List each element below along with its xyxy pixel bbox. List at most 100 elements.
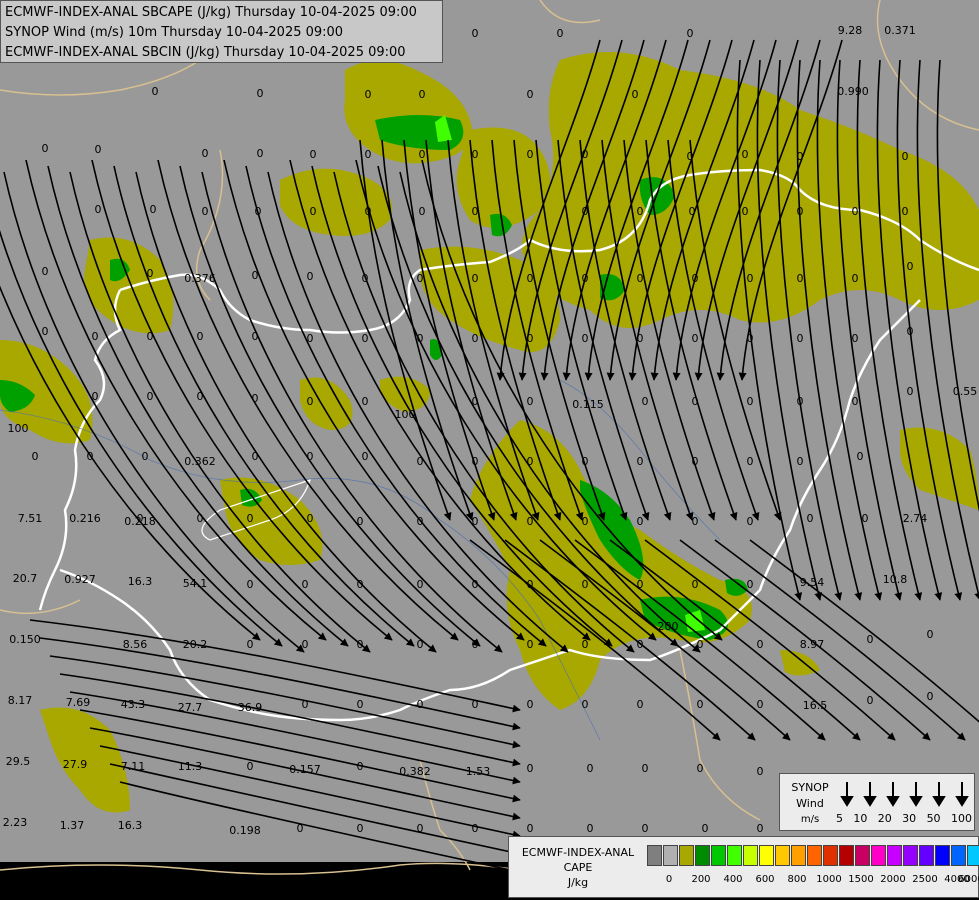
cin-zero-value: 0	[642, 762, 649, 775]
cin-zero-value: 0	[307, 512, 314, 525]
cin-zero-value: 0	[867, 633, 874, 646]
cape-legend-label: ECMWF-INDEX-ANAL CAPE J/kg	[513, 845, 643, 890]
cin-zero-value: 0	[472, 698, 479, 711]
cin-zero-value: 0	[152, 85, 159, 98]
cin-zero-value: 0	[852, 272, 859, 285]
title-line-wind: SYNOP Wind (m/s) 10m Thursday 10-04-2025…	[5, 25, 344, 40]
cin-zero-value: 0	[557, 27, 564, 40]
cin-zero-value: 0	[757, 822, 764, 835]
cin-zero-value: 0	[692, 332, 699, 345]
cape-color-swatch	[727, 845, 742, 866]
cin-value: 8.97	[800, 638, 825, 651]
cin-zero-value: 0	[147, 267, 154, 280]
cin-zero-value: 0	[689, 205, 696, 218]
cin-value: 0.927	[64, 573, 96, 586]
cin-zero-value: 0	[582, 638, 589, 651]
cin-zero-value: 0	[472, 638, 479, 651]
cin-zero-value: 0	[472, 332, 479, 345]
cin-zero-value: 0	[702, 822, 709, 835]
cin-zero-value: 0	[692, 395, 699, 408]
cin-zero-value: 0	[307, 332, 314, 345]
cape-color-swatch	[935, 845, 950, 866]
cin-zero-value: 0	[747, 515, 754, 528]
cin-value: 0.115	[572, 398, 604, 411]
cin-zero-value: 0	[302, 578, 309, 591]
cin-zero-value: 0	[692, 515, 699, 528]
cin-value: 20.7	[13, 572, 38, 585]
cin-zero-value: 0	[147, 330, 154, 343]
cin-zero-value: 0	[257, 147, 264, 160]
cin-value: 1.53	[466, 765, 491, 778]
cin-zero-value: 0	[310, 205, 317, 218]
cin-zero-value: 0	[472, 272, 479, 285]
cin-zero-value: 0	[142, 450, 149, 463]
cin-zero-value: 0	[95, 203, 102, 216]
cin-zero-value: 0	[472, 148, 479, 161]
cin-zero-value: 0	[257, 87, 264, 100]
synop-wind-legend: SYNOP Wind m/s 5 10 20 30 50 100	[779, 773, 975, 831]
cin-zero-value: 0	[417, 638, 424, 651]
cin-zero-value: 0	[797, 455, 804, 468]
cin-zero-value: 0	[95, 143, 102, 156]
cin-zero-value: 0	[587, 822, 594, 835]
cape-tick-label: 1500	[848, 874, 874, 885]
cin-zero-value: 0	[582, 515, 589, 528]
cin-zero-value: 0	[582, 698, 589, 711]
cin-value: 16.3	[128, 575, 153, 588]
cin-zero-value: 0	[42, 142, 49, 155]
cin-zero-value: 0	[247, 638, 254, 651]
cin-zero-value: 0	[202, 147, 209, 160]
cin-zero-value: 0	[907, 325, 914, 338]
cin-zero-value: 0	[147, 390, 154, 403]
cape-tick-label: 800	[787, 874, 807, 885]
cin-zero-value: 0	[252, 450, 259, 463]
cin-zero-value: 0	[852, 395, 859, 408]
cin-zero-value: 0	[527, 515, 534, 528]
cin-value: 200	[658, 620, 679, 633]
cin-value: 9.28	[838, 24, 863, 37]
cin-value: 2.23	[3, 816, 28, 829]
cape-color-legend: ECMWF-INDEX-ANAL CAPE J/kg 0 200 400 600 800…	[508, 836, 979, 898]
cin-zero-value: 0	[807, 512, 814, 525]
cin-zero-value: 0	[362, 395, 369, 408]
cin-zero-value: 0	[587, 762, 594, 775]
cape-color-swatch	[791, 845, 806, 866]
cin-zero-value: 0	[692, 578, 699, 591]
cin-zero-value: 0	[687, 150, 694, 163]
cin-zero-value: 0	[357, 515, 364, 528]
cin-zero-value: 0	[417, 272, 424, 285]
cin-value: 2.74	[903, 512, 928, 525]
cin-zero-value: 0	[472, 455, 479, 468]
cin-zero-value: 0	[697, 638, 704, 651]
cin-value: 0.216	[69, 512, 101, 525]
cin-zero-value: 0	[797, 395, 804, 408]
cape-tick-label: 2000	[880, 874, 906, 885]
cin-zero-value: 0	[297, 822, 304, 835]
cin-zero-value: 0	[197, 390, 204, 403]
cin-value: 0.157	[289, 763, 321, 776]
cin-zero-value: 0	[747, 578, 754, 591]
cin-zero-value: 0	[42, 325, 49, 338]
wind-speed-label: 100	[950, 812, 972, 825]
cin-zero-value: 0	[632, 88, 639, 101]
cin-zero-value: 0	[92, 330, 99, 343]
cin-value: 16.3	[118, 819, 143, 832]
cin-zero-value: 0	[472, 27, 479, 40]
cin-zero-value: 0	[907, 385, 914, 398]
cin-zero-value: 0	[907, 260, 914, 273]
cin-zero-value: 0	[252, 330, 259, 343]
cin-value: 29.5	[6, 755, 31, 768]
cin-zero-value: 0	[637, 332, 644, 345]
cin-zero-value: 0	[32, 450, 39, 463]
cin-zero-value: 0	[747, 455, 754, 468]
arrowhead-icon	[932, 796, 946, 807]
cin-value: 27.7	[178, 701, 203, 714]
cape-color-swatch	[903, 845, 918, 866]
cape-tick-label: 6000	[958, 874, 979, 885]
cin-value: 7.69	[66, 696, 91, 709]
cin-zero-value: 0	[357, 822, 364, 835]
cin-zero-value: 0	[742, 148, 749, 161]
cape-tick-label: 600	[755, 874, 775, 885]
cape-tick-label: 0	[665, 874, 673, 885]
cin-value: 0.382	[399, 765, 431, 778]
